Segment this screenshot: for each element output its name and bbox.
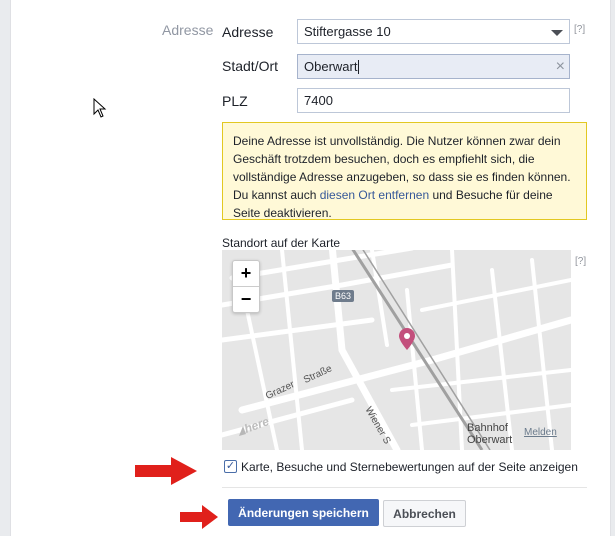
station-line1: Bahnhof [467,422,508,434]
clear-icon[interactable]: × [556,58,565,76]
divider [222,487,587,488]
page-panel: Adresse Adresse Stiftergasse 10 [?] Stad… [10,0,611,536]
show-map-checkbox[interactable]: ✓ [224,460,237,473]
city-value: Oberwart [304,59,358,74]
report-map-link[interactable]: Melden [524,427,557,438]
remove-location-link[interactable]: diesen Ort entfernen [320,188,429,202]
annotation-arrow-icon [135,457,197,485]
chevron-down-icon[interactable] [551,30,563,36]
show-map-label[interactable]: Karte, Besuche und Sternebewertungen auf… [241,460,578,474]
zoom-controls: + − [232,260,260,313]
location-pin-icon[interactable] [399,328,415,350]
save-changes-button[interactable]: Änderungen speichern [228,499,379,526]
map-help-link[interactable]: [?] [575,256,586,267]
zip-value: 7400 [304,93,333,108]
map-canvas [222,250,571,450]
address-value: Stiftergasse 10 [304,24,391,39]
cancel-button[interactable]: Abbrechen [383,500,466,527]
address-help-link[interactable]: [?] [574,24,585,35]
station-label: Bahnhof Oberwart [467,422,512,446]
map-label: Standort auf der Karte [222,236,341,250]
section-label: Adresse [162,22,214,38]
mouse-cursor-icon [93,98,107,118]
city-label: Stadt/Ort [222,58,279,74]
city-input[interactable]: Oberwart × [297,54,570,79]
incomplete-address-notice: Deine Adresse ist unvollständig. Die Nut… [222,122,587,220]
address-label: Adresse [222,24,274,40]
station-line2: Oberwart [467,434,513,446]
text-caret [358,59,360,74]
location-map[interactable]: + − B63 Grazer Straße Wiener S Bahnhof O… [222,250,571,450]
checkmark-icon: ✓ [225,460,236,472]
zoom-in-button[interactable]: + [233,261,259,286]
address-input[interactable]: Stiftergasse 10 [297,19,570,44]
zip-input[interactable]: 7400 [297,88,570,113]
road-badge: B63 [332,290,355,302]
zoom-out-button[interactable]: − [233,286,259,312]
zip-label: PLZ [222,93,248,109]
annotation-arrow-icon [180,505,218,529]
